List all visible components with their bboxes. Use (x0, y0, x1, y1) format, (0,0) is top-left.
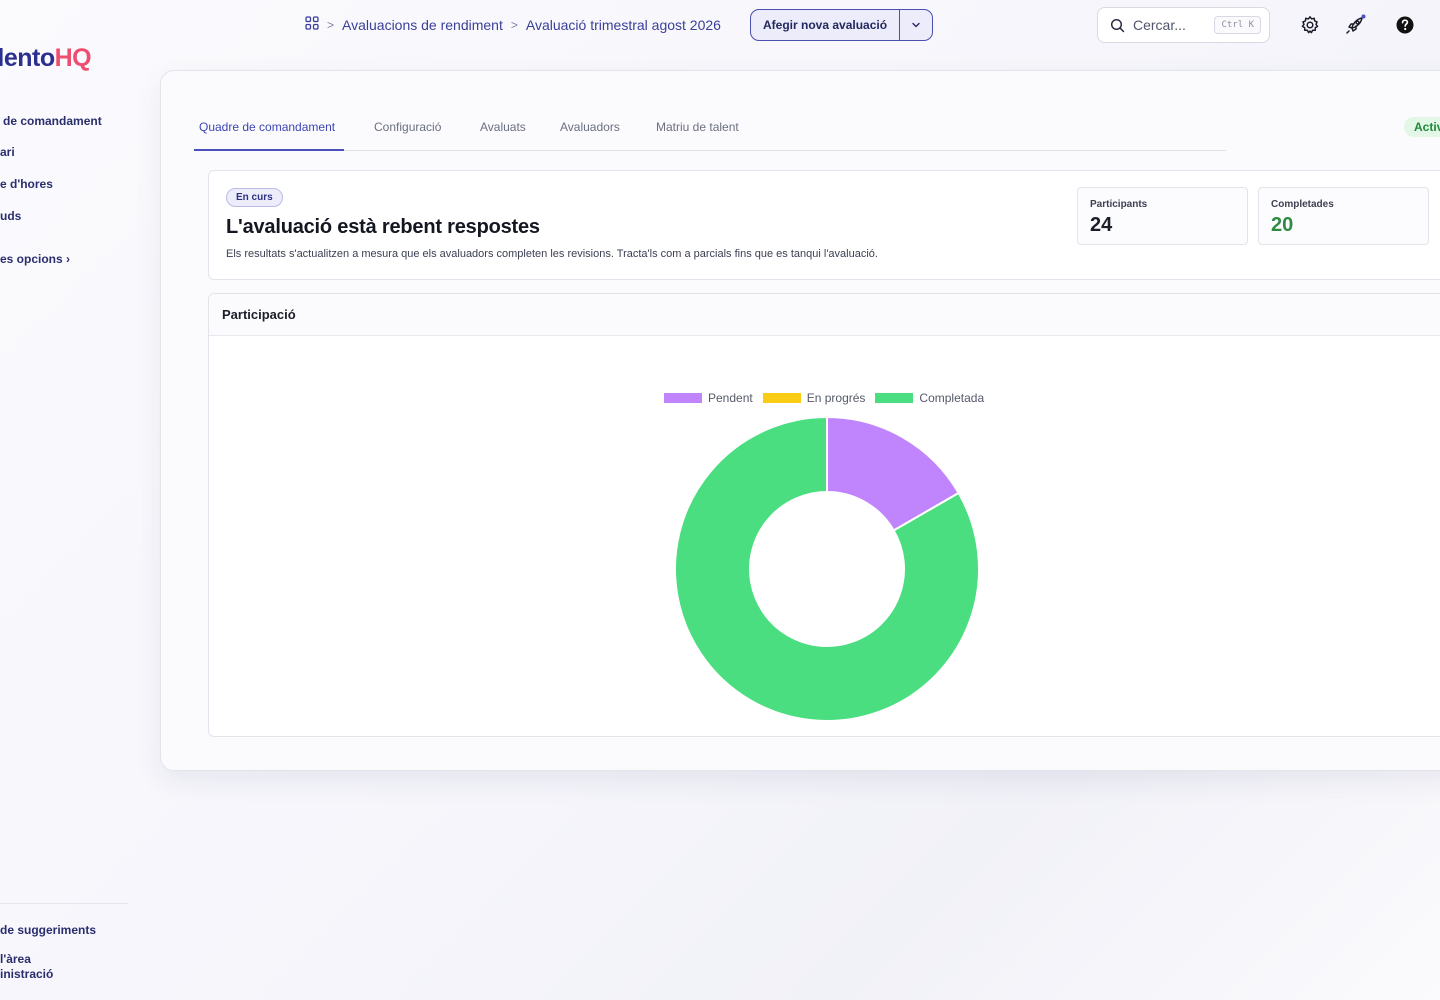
apps-grid-icon[interactable] (305, 16, 319, 33)
status-description: Els resultats s'actualitzen a mesura que… (226, 248, 878, 260)
tab-dashboard[interactable]: Quadre de comandament (199, 120, 335, 134)
in-progress-badge: En curs (226, 188, 283, 207)
tab-evaluatees[interactable]: Avaluats (480, 120, 526, 134)
evaluation-status-panel: En curs L'avaluació està rebent resposte… (208, 170, 1440, 280)
participation-donut-chart (674, 415, 980, 722)
search-box[interactable]: Cercar... Ctrl K (1097, 7, 1270, 43)
chevron-down-icon (912, 22, 920, 28)
sidebar-item-more-options[interactable]: es opcions › (0, 252, 70, 266)
help-icon[interactable] (1394, 14, 1416, 36)
rocket-icon[interactable] (1344, 14, 1366, 36)
sidebar-item-calendar[interactable]: ari (0, 145, 15, 159)
participation-panel: Participació Pendent En progrés Completa… (208, 293, 1440, 737)
search-input[interactable]: Cercar... (1133, 17, 1214, 33)
gear-icon[interactable] (1299, 14, 1321, 36)
main-card: Quadre de comandament Configuració Avalu… (160, 70, 1440, 771)
status-badge: Activ (1404, 117, 1440, 137)
tab-evaluators[interactable]: Avaluadors (560, 120, 620, 134)
sidebar-item-payroll[interactable]: uds (0, 209, 21, 223)
search-icon (1110, 18, 1125, 32)
sidebar-item-admin-line1[interactable]: l'àrea (0, 952, 31, 966)
breadcrumb: > Avaluacions de rendiment > Avaluació t… (305, 16, 721, 33)
sidebar-item-timesheet[interactable]: e d'hores (0, 177, 53, 191)
sidebar-divider (0, 903, 128, 904)
tab-talent-matrix[interactable]: Matriu de talent (656, 120, 739, 134)
breadcrumb-link-reviews[interactable]: Avaluacions de rendiment (342, 17, 503, 33)
tab-bar: Quadre de comandament Configuració Avalu… (194, 118, 1226, 151)
add-evaluation-split-button: Afegir nova avaluació (750, 9, 934, 41)
stat-participants: Participants 24 (1077, 187, 1248, 245)
active-tab-indicator (194, 149, 344, 151)
stat-label: Completades (1271, 199, 1334, 210)
sidebar-item-dashboard[interactable]: de comandament (3, 114, 102, 128)
app-logo[interactable]: alentoHQ (0, 44, 92, 73)
status-title: L'avaluació està rebent respostes (226, 216, 540, 238)
stat-label: Participants (1090, 199, 1148, 210)
stat-value: 20 (1271, 214, 1294, 236)
add-evaluation-button[interactable]: Afegir nova avaluació (751, 10, 901, 40)
stat-value: 24 (1090, 214, 1113, 236)
sidebar-item-suggestions[interactable]: de suggeriments (0, 923, 96, 937)
sidebar-item-admin-line2[interactable]: inistració (0, 967, 53, 981)
stat-completed: Completades 20 (1258, 187, 1429, 245)
sidebar: alentoHQ de comandament ari e d'hores ud… (0, 0, 130, 1000)
tab-configuration[interactable]: Configuració (374, 120, 441, 134)
search-shortcut: Ctrl K (1214, 16, 1261, 34)
chevron-right-icon: > (327, 17, 335, 32)
add-evaluation-dropdown-button[interactable] (900, 10, 932, 40)
chevron-right-icon: > (510, 17, 518, 32)
breadcrumb-current: Avaluació trimestral agost 2026 (525, 16, 721, 33)
